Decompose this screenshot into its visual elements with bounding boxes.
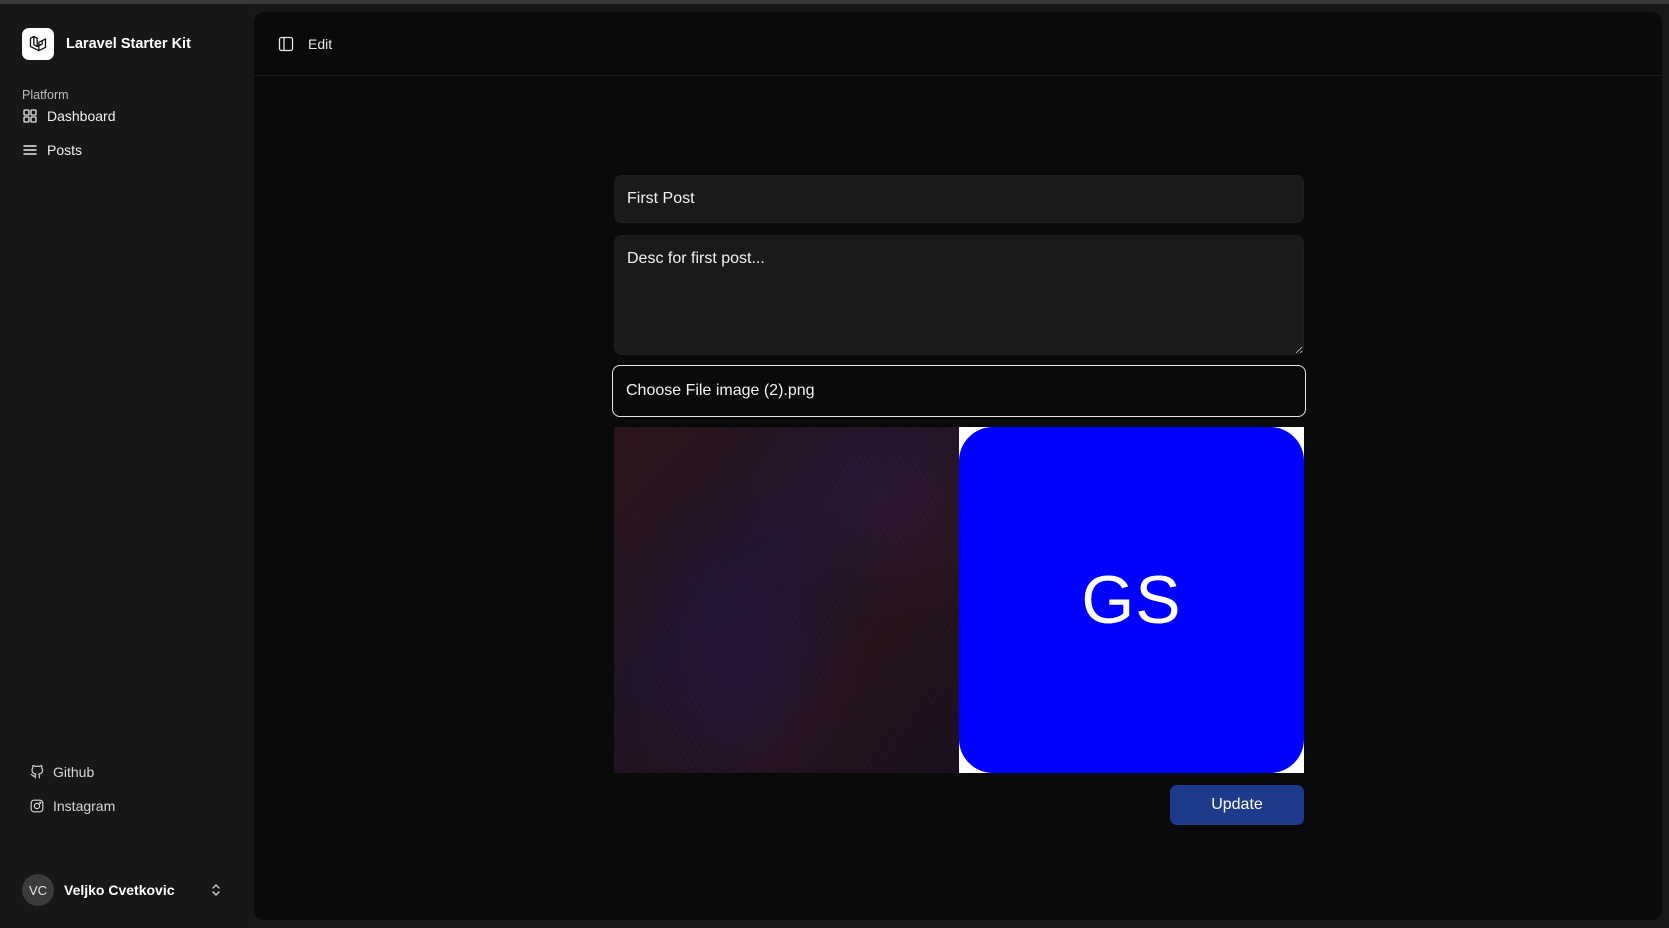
sidebar: Laravel Starter Kit Platform Dashboard P… bbox=[0, 4, 254, 928]
sidebar-item-posts[interactable]: Posts bbox=[14, 134, 240, 166]
github-link[interactable]: Github bbox=[22, 757, 94, 787]
edit-post-form: Desc for first post... Choose File image… bbox=[612, 175, 1306, 825]
instagram-icon bbox=[29, 798, 45, 814]
description-textarea[interactable]: Desc for first post... bbox=[614, 235, 1304, 355]
instagram-label: Instagram bbox=[53, 798, 116, 814]
image-previews: GS bbox=[614, 427, 1304, 773]
file-input-label: Choose File image (2).png bbox=[626, 382, 815, 399]
grid-icon bbox=[22, 108, 38, 124]
main-content: Edit Desc for first post... Choose File … bbox=[254, 12, 1662, 920]
sidebar-item-label: Dashboard bbox=[47, 108, 116, 124]
page-header: Edit bbox=[254, 12, 1662, 76]
avatar: VC bbox=[22, 874, 54, 906]
chevrons-up-down-icon bbox=[208, 882, 224, 898]
sidebar-toggle-button[interactable] bbox=[272, 30, 300, 58]
github-icon bbox=[29, 764, 45, 780]
sidebar-item-dashboard[interactable]: Dashboard bbox=[14, 100, 240, 132]
list-icon bbox=[22, 142, 38, 158]
user-name: Veljko Cvetkovic bbox=[64, 882, 175, 898]
instagram-link[interactable]: Instagram bbox=[22, 791, 115, 821]
breadcrumb: Edit bbox=[308, 35, 333, 52]
current-image-preview bbox=[614, 427, 959, 773]
title-input[interactable] bbox=[614, 175, 1304, 223]
form-actions: Update bbox=[614, 785, 1304, 825]
panel-left-icon bbox=[278, 36, 294, 51]
gs-logo-tile: GS bbox=[959, 427, 1304, 773]
update-button[interactable]: Update bbox=[1170, 785, 1304, 825]
app-brand[interactable]: Laravel Starter Kit bbox=[22, 28, 191, 60]
laravel-logo-icon bbox=[22, 28, 54, 60]
user-menu[interactable]: VC Veljko Cvetkovic bbox=[14, 870, 240, 910]
file-input[interactable]: Choose File image (2).png bbox=[612, 365, 1306, 417]
gs-logo-text: GS bbox=[1081, 562, 1182, 638]
new-image-preview: GS bbox=[959, 427, 1304, 773]
sidebar-item-label: Posts bbox=[47, 142, 83, 158]
app-name: Laravel Starter Kit bbox=[66, 36, 191, 52]
github-label: Github bbox=[53, 764, 95, 780]
